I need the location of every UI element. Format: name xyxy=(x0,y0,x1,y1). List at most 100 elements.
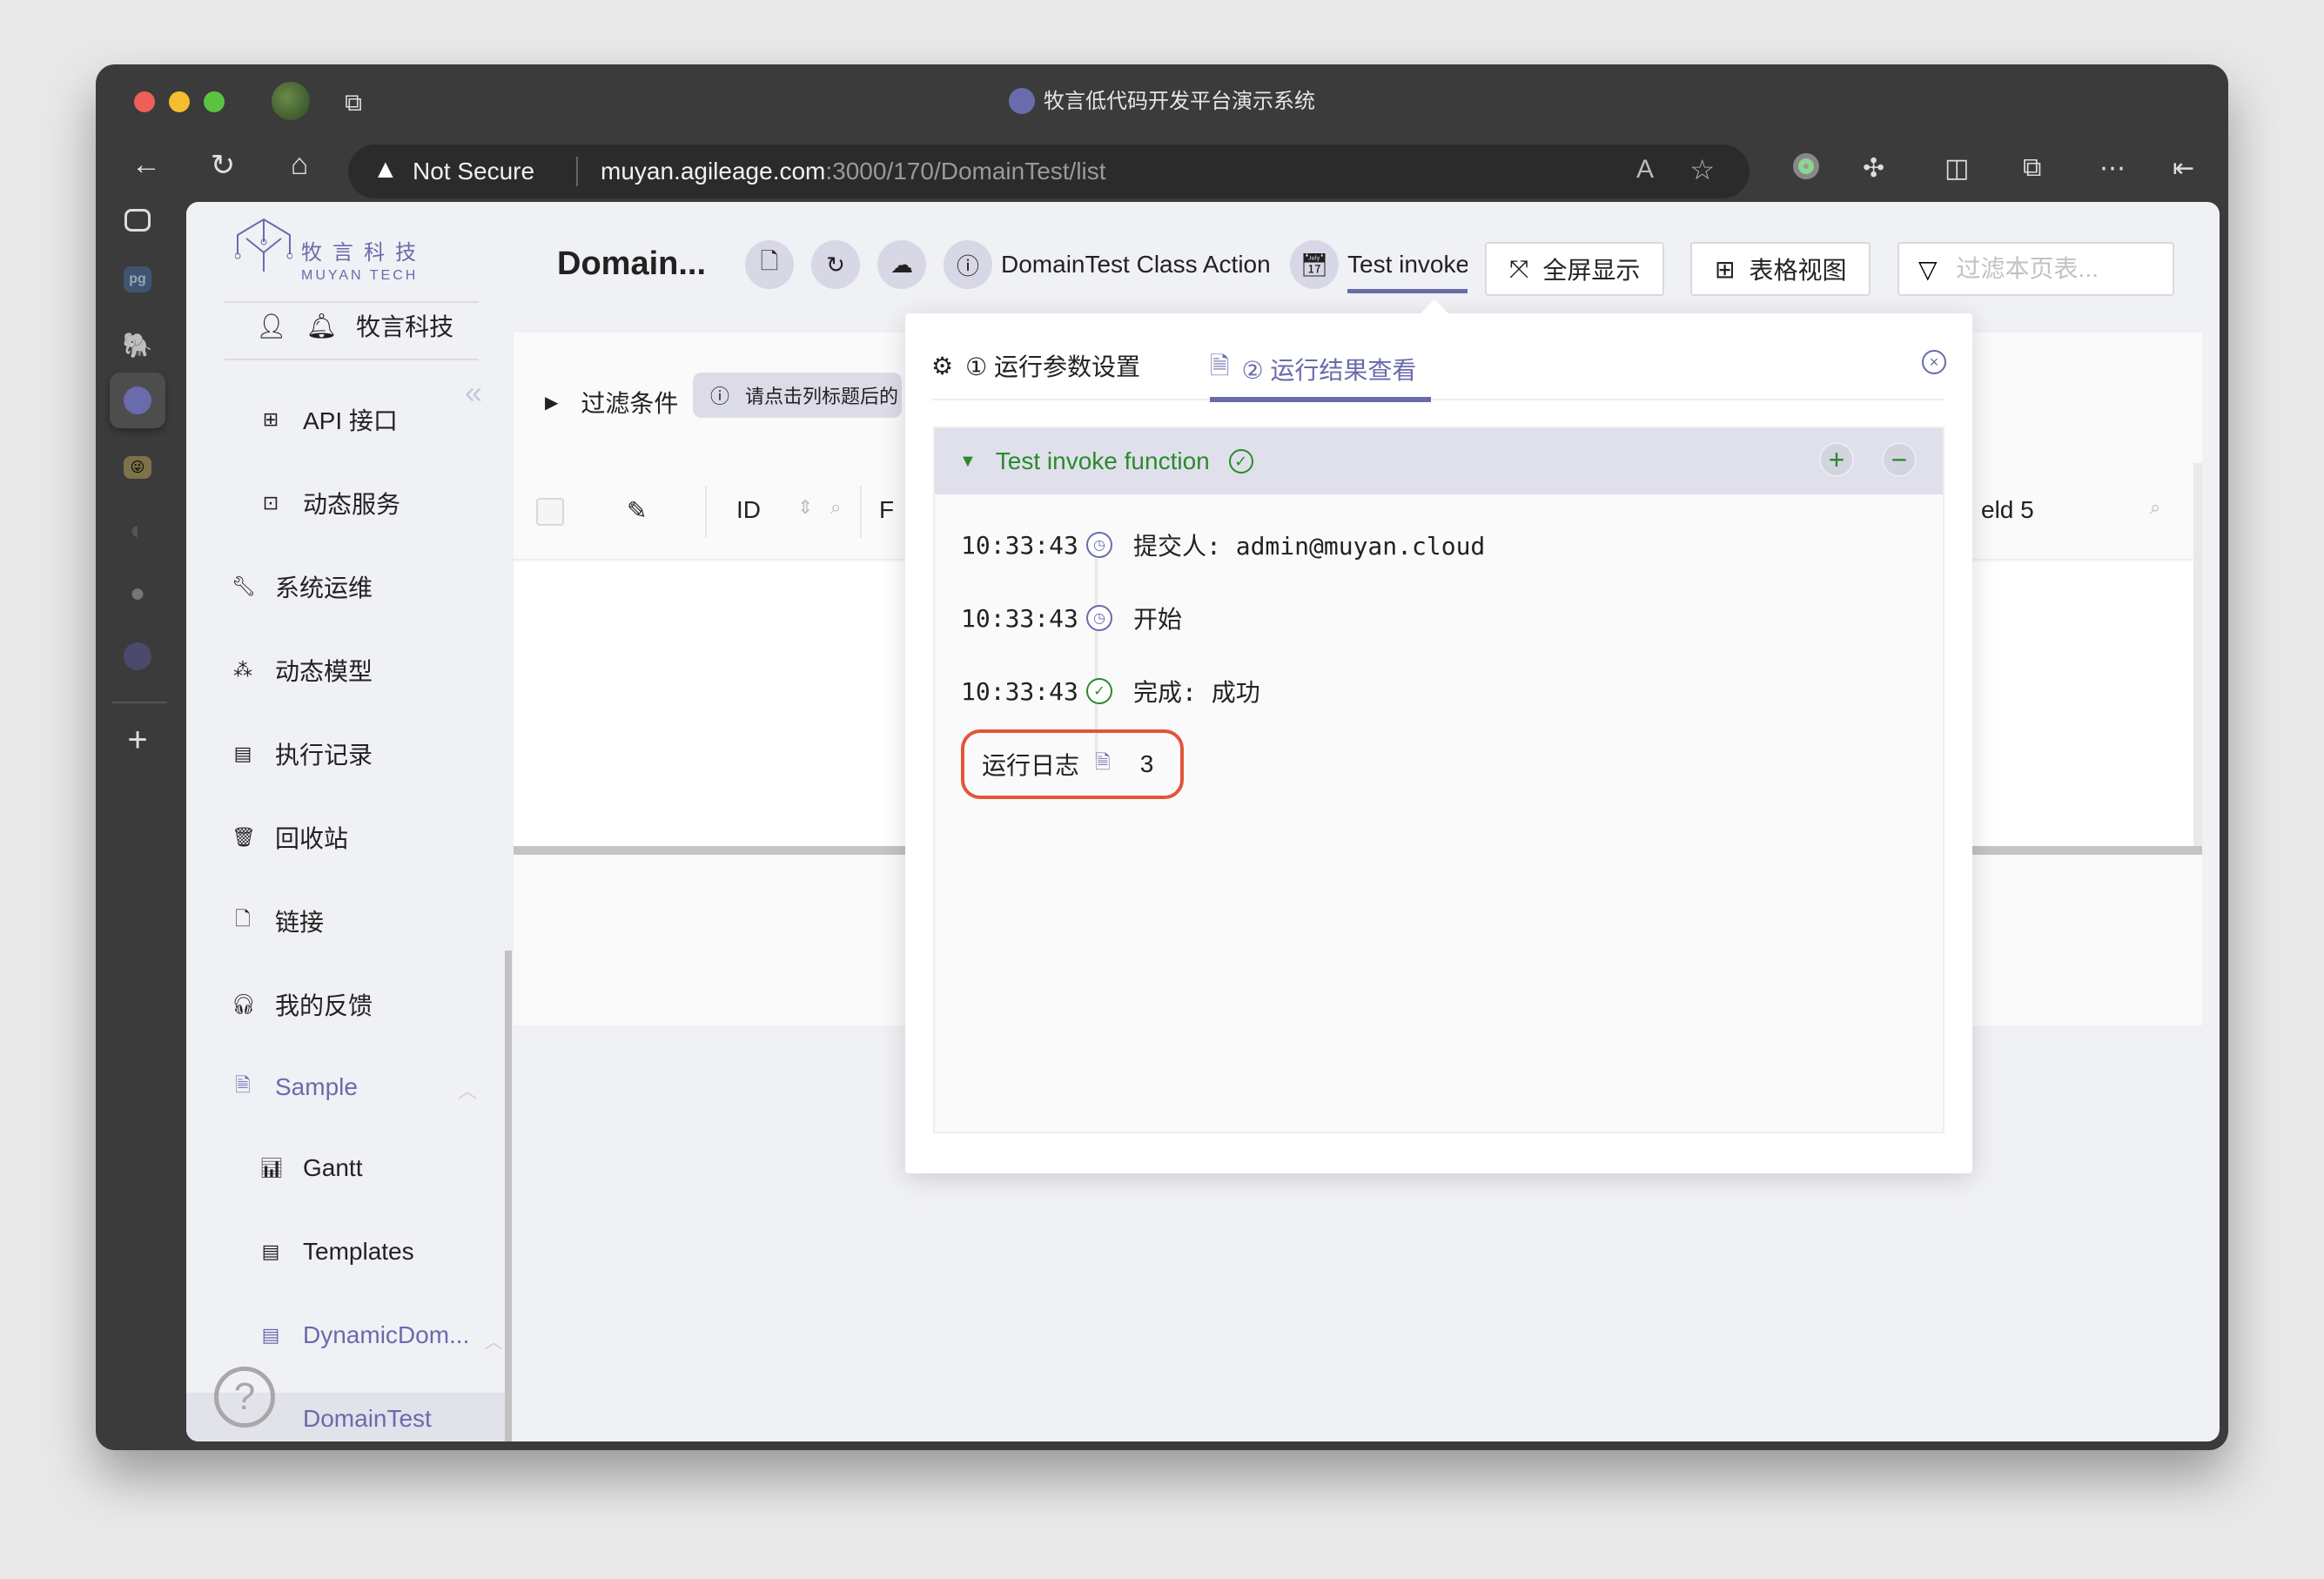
brand-logo[interactable]: 牧言科技 MUYAN TECH xyxy=(234,216,416,283)
sidebar-item-label: Templates xyxy=(303,1238,414,1265)
vertical-scrollbar[interactable] xyxy=(2193,463,2202,846)
sidebar-item-label: 链接 xyxy=(275,909,325,936)
upload-button[interactable]: ☁︎ xyxy=(877,240,926,289)
home-icon[interactable]: ⌂ xyxy=(280,148,319,182)
security-label[interactable]: Not Secure xyxy=(413,158,534,185)
table-view-button[interactable]: ⊞ 表格视图 xyxy=(1690,242,1871,296)
test-invoke-label[interactable]: Test invoke xyxy=(1347,251,1468,279)
edit-icon[interactable]: ✎ xyxy=(627,496,647,525)
log-file-icon: 🗎︎ xyxy=(1095,751,1111,773)
timeline-text: 提交人: admin@muyan.cloud xyxy=(1133,532,1486,561)
terminal-icon: ⊡ xyxy=(262,492,279,514)
user-row: 👤︎ 🔔︎ 牧言科技 xyxy=(256,308,453,343)
caret-down-icon[interactable]: ▼ xyxy=(959,452,977,472)
template-icon: ▤ xyxy=(261,1324,280,1346)
back-icon[interactable]: ← xyxy=(127,148,165,182)
sidebar-item-templates[interactable]: ▤ Templates xyxy=(259,1238,414,1266)
sort-icon[interactable]: ⇕ xyxy=(797,496,813,519)
table-view-label: 表格视图 xyxy=(1749,257,1847,284)
sidebar-item-ops[interactable]: 🔧︎ 系统运维 xyxy=(232,569,373,604)
sidebar-toggle-icon[interactable]: ⇤ xyxy=(2173,153,2194,184)
help-icon[interactable]: ? xyxy=(214,1367,275,1428)
tab-postgres-icon[interactable]: 🐘 xyxy=(117,324,158,366)
clock-icon: ◷ xyxy=(1086,605,1112,631)
filter-page-input[interactable] xyxy=(1956,255,2148,283)
search-icon[interactable]: ⌕ xyxy=(830,496,841,519)
expand-plus-button[interactable]: + xyxy=(1819,442,1854,477)
extension-circle-icon[interactable] xyxy=(1793,153,1819,186)
user-name[interactable]: 牧言科技 xyxy=(356,308,453,343)
more-menu-icon[interactable]: ⋯ xyxy=(2099,153,2126,184)
split-screen-icon[interactable]: ◫ xyxy=(1945,153,1969,184)
headphones-icon: 🎧︎ xyxy=(232,993,256,1015)
test-invoke-button[interactable]: 📅︎ xyxy=(1290,240,1339,289)
chevron-up-icon[interactable]: ︿ xyxy=(458,1076,477,1104)
collapse-sidebar-icon[interactable]: « xyxy=(465,374,482,411)
sidebar-item-domaintest-label[interactable]: DomainTest xyxy=(303,1405,432,1433)
reload-icon[interactable]: ↻ xyxy=(204,148,242,183)
column-header-f[interactable]: F xyxy=(879,496,894,524)
tab-pg-icon[interactable]: pg xyxy=(124,266,151,292)
user-icon[interactable]: 👤︎ xyxy=(256,312,287,340)
refresh-icon: ↻ xyxy=(826,251,845,278)
sidebar-item-dynamic-service[interactable]: ⊡ 动态服务 xyxy=(259,486,400,521)
read-aloud-icon[interactable]: A xyxy=(1636,155,1654,185)
warning-icon: ▲ xyxy=(373,155,399,184)
result-header[interactable]: ▼ Test invoke function ✓ xyxy=(935,428,1943,494)
column-header-id[interactable]: ID xyxy=(736,496,761,524)
sidebar-item-dynamic-domain[interactable]: ▤ DynamicDom... xyxy=(259,1321,470,1349)
refresh-button[interactable]: ↻ xyxy=(811,240,860,289)
tab-run-results[interactable]: 🗎︎ ② 运行结果查看 xyxy=(1210,348,1416,390)
collapse-minus-button[interactable]: − xyxy=(1882,442,1917,477)
tab-muyan-active[interactable] xyxy=(110,373,165,428)
filter-label: 过滤条件 xyxy=(581,390,679,417)
sidebar-item-exec-log[interactable]: ▤ 执行记录 xyxy=(232,736,373,771)
column-header-field5[interactable]: eld 5 xyxy=(1981,496,2034,524)
extensions-puzzle-icon[interactable]: ✣ xyxy=(1863,153,1884,184)
class-action-button[interactable]: ⓘ xyxy=(944,240,992,289)
sidebar-item-label: 动态模型 xyxy=(275,658,373,685)
search-icon[interactable]: ⌕ xyxy=(2150,496,2160,519)
filter-toggle[interactable]: ▶ 过滤条件 xyxy=(545,385,678,420)
site-favicon-icon xyxy=(1009,87,1035,114)
sidebar-item-api[interactable]: ⊞ API 接口 xyxy=(259,402,398,437)
calendar-yen-icon: 📅︎ xyxy=(1300,251,1329,278)
class-action-label[interactable]: DomainTest Class Action xyxy=(1001,251,1271,279)
close-popup-icon[interactable]: × xyxy=(1922,350,1946,374)
fullscreen-label: 全屏显示 xyxy=(1542,257,1641,284)
run-log-entry[interactable]: 运行日志 🗎︎ 3 xyxy=(961,729,1184,799)
active-action-underline xyxy=(1347,289,1468,293)
favorite-star-icon[interactable]: ☆ xyxy=(1689,153,1715,186)
tab-muyan-2[interactable] xyxy=(117,635,158,677)
select-all-checkbox[interactable] xyxy=(536,498,564,526)
tab-run-params[interactable]: ⚙ ① 运行参数设置 xyxy=(931,348,1140,383)
new-record-button[interactable]: 🗋︎ xyxy=(745,240,794,289)
tab-label: ① 运行参数设置 xyxy=(965,353,1140,380)
address-bar[interactable]: ▲ Not Secure muyan.agileage.com:3000/170… xyxy=(348,144,1750,198)
url-path: :3000/170/DomainTest/list xyxy=(825,158,1106,185)
navigation-bar: ← ↻ ⌂ ▲ Not Secure muyan.agileage.com:30… xyxy=(96,138,2228,200)
sidebar-item-gantt[interactable]: 📊︎ Gantt xyxy=(259,1154,362,1182)
tab-panel-icon[interactable] xyxy=(124,209,151,232)
fullscreen-button[interactable]: ⤧ 全屏显示 xyxy=(1485,242,1665,296)
sidebar-item-dynamic-model[interactable]: ⁂ 动态模型 xyxy=(232,653,373,688)
sidebar-item-feedback[interactable]: 🎧︎ 我的反馈 xyxy=(232,987,373,1022)
column-divider xyxy=(860,486,862,538)
tab-github-icon[interactable]: ● xyxy=(117,573,158,615)
chevron-up-icon[interactable]: ︿ xyxy=(484,1327,503,1354)
active-tab-underline xyxy=(1210,397,1431,402)
sliders-icon: ⊞ xyxy=(262,408,279,430)
sidebar: 牧言科技 MUYAN TECH 👤︎ 🔔︎ 牧言科技 « ⊞ API 接口 ⊡ 动态… xyxy=(186,202,514,1441)
sidebar-item-links[interactable]: 🗋︎ 链接 xyxy=(232,904,324,938)
sidebar-item-sample[interactable]: 🗎︎ Sample xyxy=(232,1071,358,1104)
sidebar-scrollbar[interactable] xyxy=(505,951,512,1441)
fullscreen-icon: ⤧ xyxy=(1509,254,1529,282)
bell-icon[interactable]: 🔔︎ xyxy=(306,312,338,340)
tab-emoji-icon[interactable]: 😜 xyxy=(124,456,151,479)
url-text[interactable]: muyan.agileage.com:3000/170/DomainTest/l… xyxy=(601,158,1106,185)
timeline-text: 完成: 成功 xyxy=(1133,678,1260,707)
tab-chat-icon[interactable]: ◐ xyxy=(117,510,158,552)
sidebar-item-recycle[interactable]: 🗑︎ 回收站 xyxy=(232,820,348,855)
new-tab-plus-icon[interactable]: + xyxy=(117,719,158,761)
collections-icon[interactable]: ⧉ xyxy=(2023,153,2041,183)
